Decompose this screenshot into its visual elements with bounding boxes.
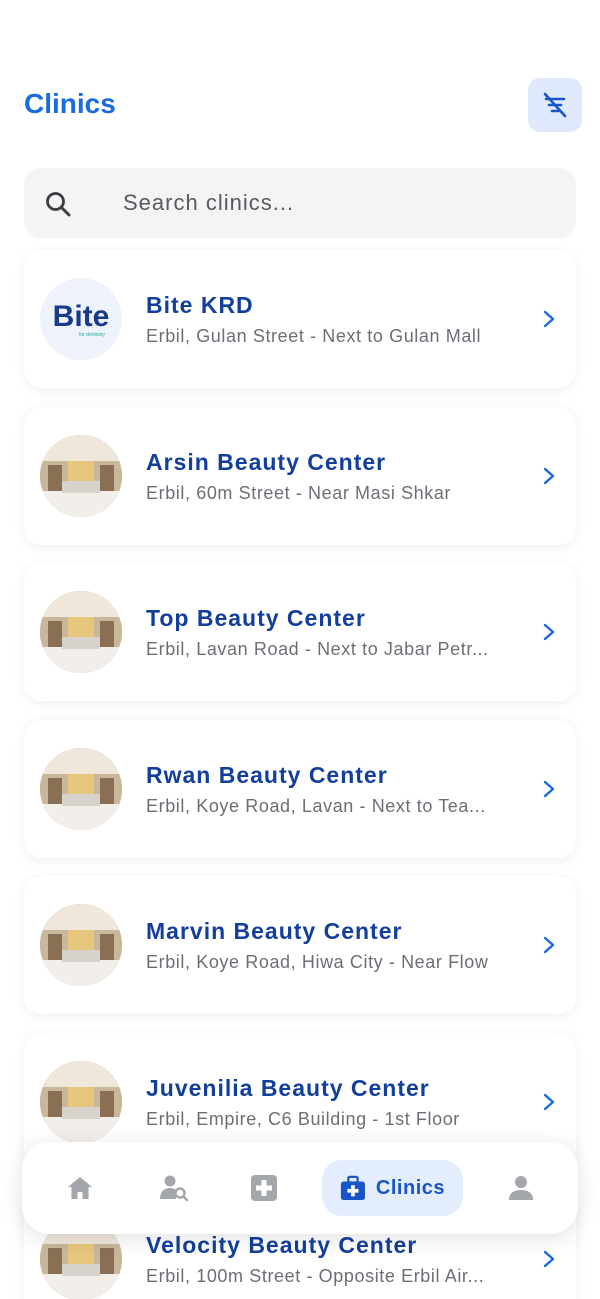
clinic-name: Bite KRD [146, 292, 254, 318]
clinic-address: Erbil, Lavan Road - Next to Jabar Petr..… [146, 639, 489, 659]
clinic-card[interactable]: Rwan Beauty Center Erbil, Koye Road, Lav… [24, 720, 576, 858]
nav-clinics-label: Clinics [375, 1176, 445, 1199]
clinic-name: Rwan Beauty Center [146, 762, 388, 788]
clinic-name: Top Beauty Center [146, 605, 366, 631]
nav-doctors[interactable] [154, 1160, 194, 1216]
person-icon [509, 1176, 533, 1200]
chevron-right-icon [543, 1093, 555, 1111]
clinic-name: Juvenilia Beauty Center [146, 1075, 430, 1101]
chevron-right-icon [543, 623, 555, 641]
chevron-right-icon [543, 310, 555, 328]
clinic-name: Marvin Beauty Center [146, 918, 403, 944]
medical-cross-icon [251, 1175, 277, 1201]
clinic-card[interactable]: Marvin Beauty Center Erbil, Koye Road, H… [24, 876, 576, 1014]
chevron-right-icon [543, 936, 555, 954]
clinic-photo [40, 435, 122, 517]
medical-kit-icon [340, 1175, 365, 1201]
search-bar[interactable] [24, 168, 576, 238]
chevron-right-icon [543, 467, 555, 485]
clinic-address: Erbil, Koye Road, Hiwa City - Near Flow [146, 952, 489, 972]
filter-off-icon [543, 92, 567, 118]
search-input[interactable] [123, 168, 553, 238]
logo-subtext: for dentistry [79, 332, 106, 338]
doctor-search-icon [160, 1175, 189, 1202]
clinic-photo [40, 748, 122, 830]
clinic-photo [40, 1061, 122, 1143]
clinic-address: Erbil, 100m Street - Opposite Erbil Air.… [146, 1266, 485, 1286]
clinic-card[interactable]: Top Beauty Center Erbil, Lavan Road - Ne… [24, 563, 576, 701]
clinic-name: Arsin Beauty Center [146, 449, 387, 475]
nav-home[interactable] [62, 1160, 98, 1216]
clinic-photo [40, 904, 122, 986]
home-icon [68, 1177, 92, 1199]
clinic-address: Erbil, 60m Street - Near Masi Shkar [146, 483, 452, 503]
logo-text: Bite [53, 300, 110, 333]
header: Clinics [24, 78, 582, 132]
nav-profile[interactable] [506, 1160, 536, 1216]
chevron-right-icon [543, 1250, 555, 1268]
filter-button[interactable] [528, 78, 582, 132]
clinic-photo [40, 591, 122, 673]
page-title: Clinics [24, 88, 116, 119]
bottom-nav: Clinics [22, 1142, 578, 1234]
clinic-address: Erbil, Gulan Street - Next to Gulan Mall [146, 326, 482, 346]
nav-clinics[interactable]: Clinics [322, 1160, 463, 1216]
clinic-address: Erbil, Koye Road, Lavan - Next to Tea... [146, 796, 486, 816]
search-icon [46, 192, 71, 217]
chevron-right-icon [543, 780, 555, 798]
clinic-address: Erbil, Empire, C6 Building - 1st Floor [146, 1109, 460, 1129]
clinic-card[interactable]: Bite for dentistry Bite KRD Erbil, Gulan… [24, 250, 576, 388]
clinic-card[interactable]: Arsin Beauty Center Erbil, 60m Street - … [24, 407, 576, 545]
clinic-logo: Bite for dentistry [40, 278, 122, 360]
clinic-name: Velocity Beauty Center [146, 1232, 418, 1258]
nav-services[interactable] [248, 1160, 280, 1216]
